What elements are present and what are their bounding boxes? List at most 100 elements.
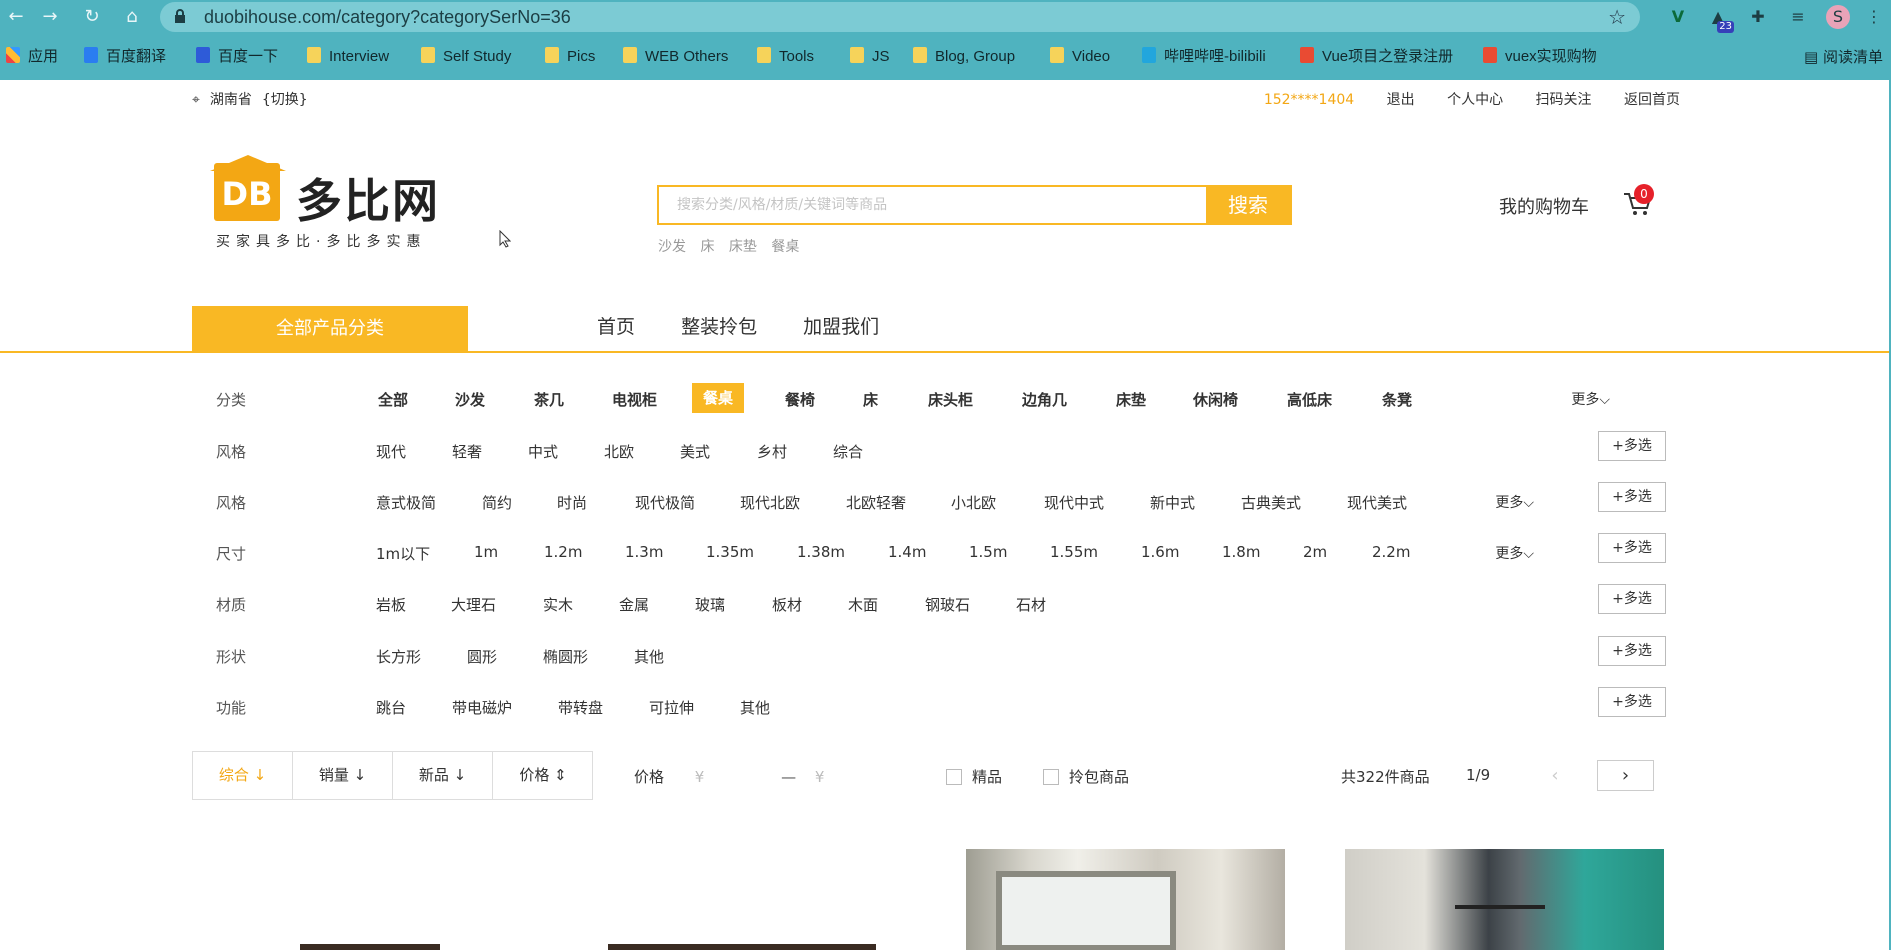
multi-select-button[interactable]: +多选: [1598, 584, 1666, 614]
filter-option[interactable]: 木面: [848, 594, 878, 615]
filter-option[interactable]: 床: [863, 389, 878, 410]
filter-option[interactable]: 沙发: [455, 389, 485, 410]
filter-option[interactable]: 美式: [680, 441, 710, 462]
menu-icon[interactable]: ⋮: [1862, 5, 1886, 29]
filter-option[interactable]: 餐椅: [785, 389, 815, 410]
filter-option[interactable]: 床头柜: [928, 389, 973, 410]
filter-option[interactable]: 全部: [378, 389, 408, 410]
bookmark-item[interactable]: 哔哩哔哩-bilibili: [1142, 46, 1266, 68]
search-input[interactable]: [659, 187, 1204, 223]
nav-join[interactable]: 加盟我们: [803, 316, 879, 338]
reload-icon[interactable]: ↻: [80, 5, 104, 29]
bookmark-folder[interactable]: Blog, Group: [913, 46, 1015, 68]
sort-price[interactable]: 价格 ⇕: [493, 752, 593, 799]
multi-select-button[interactable]: +多选: [1598, 636, 1666, 666]
multi-select-button[interactable]: +多选: [1598, 533, 1666, 563]
more-button[interactable]: 更多⌵: [1495, 492, 1534, 512]
bookmark-item[interactable]: 百度翻译: [84, 46, 166, 68]
home-icon[interactable]: ⌂: [120, 5, 144, 29]
profile-avatar-icon[interactable]: S: [1826, 5, 1850, 29]
bookmark-folder[interactable]: Tools: [757, 46, 814, 68]
back-home-link[interactable]: 返回首页: [1624, 92, 1680, 108]
extensions-puzzle-icon[interactable]: ✚: [1746, 5, 1770, 29]
scan-follow-link[interactable]: 扫码关注: [1536, 92, 1592, 108]
filter-option[interactable]: 实木: [543, 594, 573, 615]
filter-option[interactable]: 1.6m: [1141, 543, 1179, 561]
filter-option[interactable]: 大理石: [451, 594, 496, 615]
filter-option[interactable]: 岩板: [376, 594, 406, 615]
logout-link[interactable]: 退出: [1387, 92, 1415, 108]
filter-option[interactable]: 北欧轻奢: [846, 492, 906, 513]
more-button[interactable]: 更多⌵: [1571, 389, 1610, 409]
multi-select-button[interactable]: +多选: [1598, 687, 1666, 717]
reading-list[interactable]: ▤ 阅读清单: [1804, 46, 1883, 68]
cart-link[interactable]: 我的购物车: [1499, 193, 1589, 219]
filter-option[interactable]: 1m: [474, 543, 498, 561]
filter-option[interactable]: 现代中式: [1044, 492, 1104, 513]
filter-option[interactable]: 1.3m: [625, 543, 663, 561]
bookmark-folder[interactable]: Video: [1050, 46, 1110, 68]
filter-option[interactable]: 金属: [619, 594, 649, 615]
premium-checkbox[interactable]: 精品: [946, 766, 1002, 787]
filter-option[interactable]: 电视柜: [612, 389, 657, 410]
filter-option[interactable]: 床垫: [1116, 389, 1146, 410]
forward-icon[interactable]: →: [38, 5, 62, 29]
filter-option[interactable]: 跳台: [376, 697, 406, 718]
price-min-input[interactable]: ¥: [695, 768, 705, 786]
bookmark-folder[interactable]: Interview: [307, 46, 389, 68]
filter-option[interactable]: 其他: [740, 697, 770, 718]
bookmark-apps[interactable]: 应用: [6, 46, 58, 68]
filter-option[interactable]: 综合: [833, 441, 863, 462]
filter-option[interactable]: 轻奢: [452, 441, 482, 462]
filter-option[interactable]: 其他: [634, 646, 664, 667]
filter-option[interactable]: 玻璃: [695, 594, 725, 615]
filter-option[interactable]: 圆形: [467, 646, 497, 667]
checkbox-box[interactable]: [1043, 769, 1059, 785]
multi-select-button[interactable]: +多选: [1598, 482, 1666, 512]
reading-mode-icon[interactable]: ≡: [1786, 5, 1810, 29]
bookmark-item[interactable]: Vue项目之登录注册: [1300, 46, 1453, 68]
filter-option[interactable]: 1.5m: [969, 543, 1007, 561]
filter-option[interactable]: 1.2m: [544, 543, 582, 561]
filter-option[interactable]: 带电磁炉: [452, 697, 512, 718]
filter-option[interactable]: 1.4m: [888, 543, 926, 561]
filter-option[interactable]: 古典美式: [1241, 492, 1301, 513]
extension-v-icon[interactable]: V: [1666, 5, 1690, 29]
filter-option[interactable]: 1.55m: [1050, 543, 1098, 561]
filter-option[interactable]: 长方形: [376, 646, 421, 667]
bookmark-star-icon[interactable]: ☆: [1608, 5, 1626, 29]
site-logo[interactable]: DB 多比网 买家具多比·多比多实惠: [210, 155, 454, 253]
filter-option[interactable]: 茶几: [534, 389, 564, 410]
filter-option[interactable]: 小北欧: [951, 492, 996, 513]
sort-sales[interactable]: 销量 ↓: [293, 752, 393, 799]
filter-option-selected[interactable]: 餐桌: [692, 383, 745, 413]
filter-option[interactable]: 石材: [1016, 594, 1046, 615]
filter-option[interactable]: 高低床: [1287, 389, 1332, 410]
hot-word[interactable]: 床: [700, 239, 714, 255]
all-categories-button[interactable]: 全部产品分类: [192, 306, 468, 352]
nav-home[interactable]: 首页: [597, 316, 635, 338]
bookmark-item[interactable]: 百度一下: [196, 46, 278, 68]
prev-page-icon[interactable]: ‹: [1540, 761, 1570, 791]
checkbox-box[interactable]: [946, 769, 962, 785]
filter-option[interactable]: 带转盘: [558, 697, 603, 718]
back-icon[interactable]: ←: [4, 5, 28, 29]
filter-option[interactable]: 新中式: [1150, 492, 1195, 513]
user-center-link[interactable]: 个人中心: [1447, 92, 1503, 108]
filter-option[interactable]: 1.8m: [1222, 543, 1260, 561]
sort-comprehensive[interactable]: 综合 ↓: [193, 752, 293, 799]
filter-option[interactable]: 休闲椅: [1193, 389, 1238, 410]
filter-option[interactable]: 现代美式: [1347, 492, 1407, 513]
filter-option[interactable]: 可拉伸: [649, 697, 694, 718]
filter-option[interactable]: 时尚: [557, 492, 587, 513]
filter-option[interactable]: 简约: [482, 492, 512, 513]
filter-option[interactable]: 钢玻石: [925, 594, 970, 615]
price-max-input[interactable]: ¥: [815, 768, 825, 786]
nav-package[interactable]: 整装拎包: [681, 316, 757, 338]
bookmark-folder[interactable]: JS: [850, 46, 890, 68]
bookmark-folder[interactable]: Pics: [545, 46, 595, 68]
multi-select-button[interactable]: +多选: [1598, 431, 1666, 461]
bookmark-folder[interactable]: Self Study: [421, 46, 511, 68]
filter-option[interactable]: 条凳: [1382, 389, 1412, 410]
filter-option[interactable]: 乡村: [757, 441, 787, 462]
